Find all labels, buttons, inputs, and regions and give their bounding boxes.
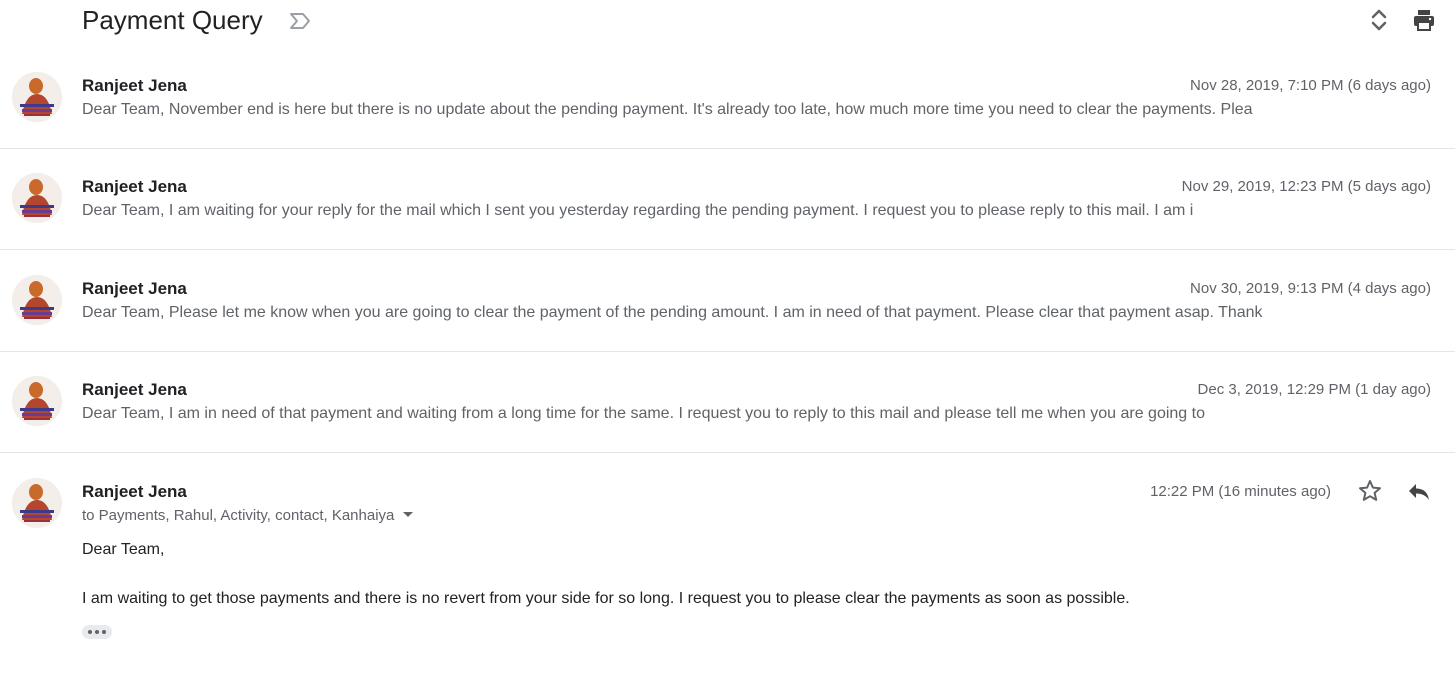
more-horizontal-icon	[88, 630, 92, 634]
sender-name: Ranjeet Jena	[82, 482, 187, 501]
sender-name: Ranjeet Jena	[82, 380, 187, 399]
message-date: Nov 29, 2019, 12:23 PM (5 days ago)	[1181, 178, 1431, 195]
collapsed-message[interactable]: Ranjeet Jena Nov 29, 2019, 12:23 PM (5 d…	[0, 149, 1455, 250]
thread-subject: Payment Query	[82, 5, 263, 35]
message-snippet: Dear Team, Please let me know when you a…	[82, 304, 1263, 321]
message-snippet: Dear Team, I am waiting for your reply f…	[82, 202, 1194, 219]
avatar	[12, 376, 62, 426]
show-trimmed-content-button[interactable]	[82, 625, 112, 639]
avatar	[12, 478, 62, 528]
collapsed-message[interactable]: Ranjeet Jena Nov 30, 2019, 9:13 PM (4 da…	[0, 250, 1455, 352]
collapsed-message[interactable]: Ranjeet Jena Nov 28, 2019, 7:10 PM (6 da…	[0, 58, 1455, 149]
recipients-dropdown[interactable]: to Payments, Rahul, Activity, contact, K…	[82, 507, 414, 524]
more-dot	[102, 630, 106, 634]
message-date: Nov 30, 2019, 9:13 PM (4 days ago)	[1190, 280, 1431, 297]
sender-name: Ranjeet Jena	[82, 177, 187, 196]
recipients-label: to Payments, Rahul, Activity, contact, K…	[82, 507, 395, 524]
message-snippet: Dear Team, November end is here but ther…	[82, 101, 1253, 118]
thread-header: Payment Query	[0, 0, 1455, 44]
print-icon[interactable]	[1412, 8, 1436, 32]
avatar	[12, 173, 62, 223]
message-snippet: Dear Team, I am in need of that payment …	[82, 405, 1205, 422]
avatar	[12, 275, 62, 325]
message-date: Dec 3, 2019, 12:29 PM (1 day ago)	[1197, 381, 1431, 398]
collapsed-message[interactable]: Ranjeet Jena Dec 3, 2019, 12:29 PM (1 da…	[0, 352, 1455, 453]
sender-name: Ranjeet Jena	[82, 279, 187, 298]
message-greeting: Dear Team,	[82, 541, 165, 558]
message-body: I am waiting to get those payments and t…	[82, 590, 1130, 607]
message-date: 12:22 PM (16 minutes ago)	[1150, 483, 1331, 500]
message-date: Nov 28, 2019, 7:10 PM (6 days ago)	[1190, 77, 1431, 94]
reply-icon[interactable]	[1406, 479, 1432, 503]
avatar	[12, 72, 62, 122]
label-tag-icon[interactable]	[288, 10, 312, 32]
chevron-down-icon	[403, 511, 414, 517]
expand-collapse-icon[interactable]	[1368, 7, 1390, 33]
star-icon[interactable]	[1357, 478, 1383, 504]
sender-name: Ranjeet Jena	[82, 76, 187, 95]
more-dot	[95, 630, 99, 634]
